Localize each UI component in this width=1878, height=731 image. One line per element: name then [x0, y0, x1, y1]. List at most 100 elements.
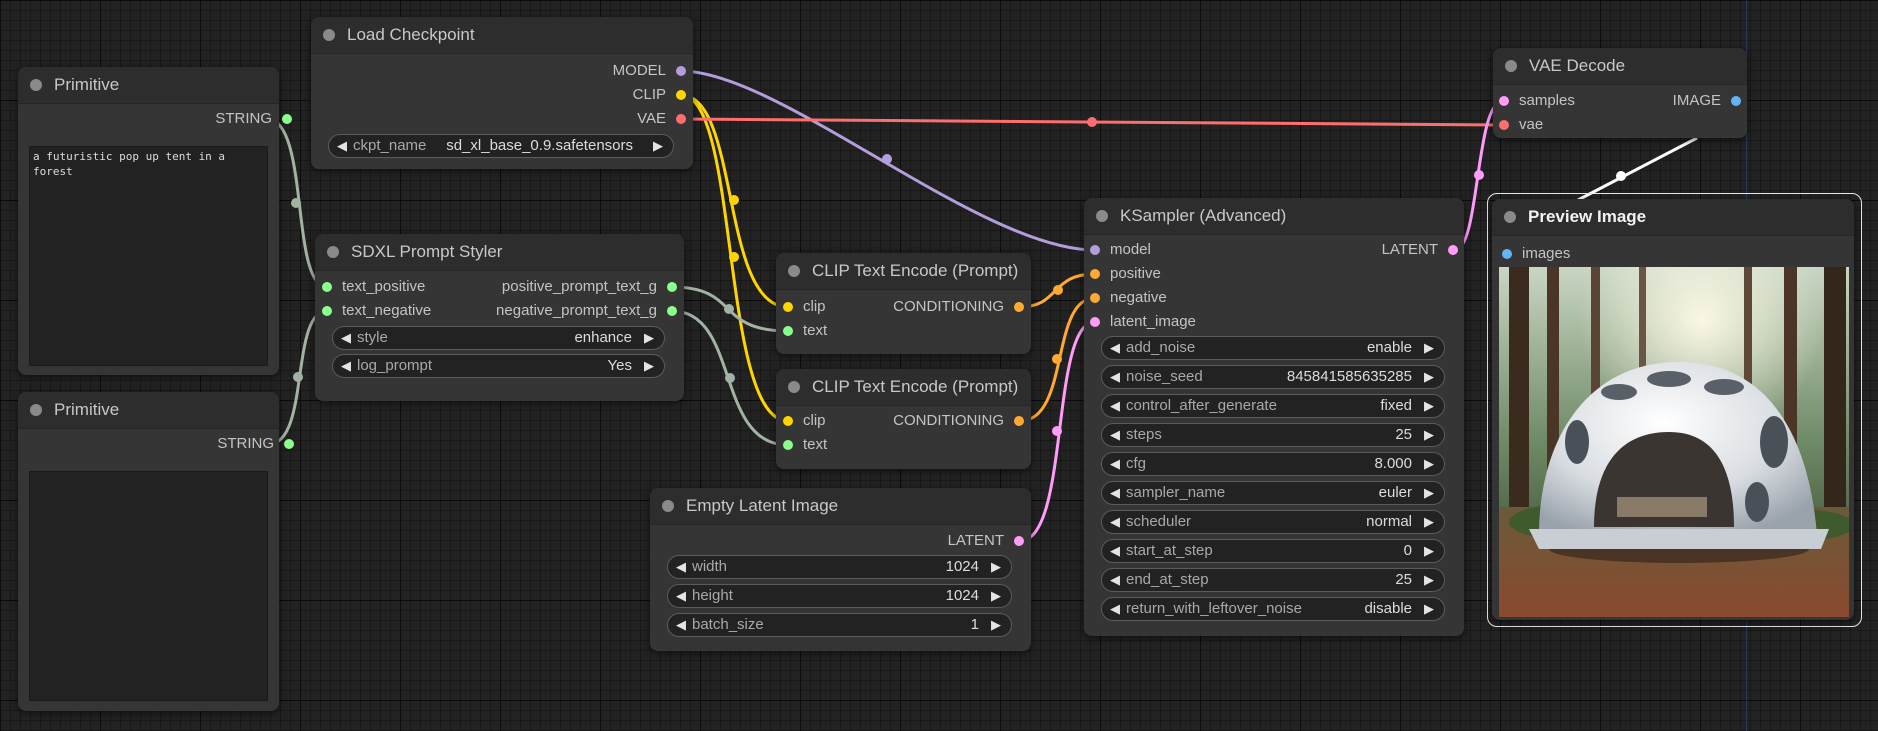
socket-dot-icon[interactable]: [1090, 269, 1100, 279]
link-model[interactable]: [680, 69, 1096, 252]
input-images[interactable]: images: [1502, 242, 1570, 266]
socket-dot-icon[interactable]: [676, 90, 686, 100]
return-with-leftover-noise-combo[interactable]: ◀ return_with_leftover_noise disable ▶: [1101, 597, 1445, 621]
link-image-preview[interactable]: [1577, 136, 1698, 202]
start-at-step-number[interactable]: ◀ start_at_step 0 ▶: [1101, 539, 1445, 563]
socket-dot-icon[interactable]: [1502, 249, 1512, 259]
socket-dot-icon[interactable]: [1090, 293, 1100, 303]
input-clip[interactable]: clip: [783, 409, 826, 433]
socket-dot-icon[interactable]: [667, 282, 677, 292]
socket-dot-icon[interactable]: [1090, 245, 1100, 255]
socket-dot-icon[interactable]: [1731, 96, 1741, 106]
input-positive[interactable]: positive: [1090, 262, 1161, 286]
arrow-left-icon[interactable]: ◀: [676, 556, 686, 578]
arrow-right-icon[interactable]: ▶: [1424, 482, 1434, 504]
socket-dot-icon[interactable]: [783, 440, 793, 450]
arrow-right-icon[interactable]: ▶: [991, 585, 1001, 607]
arrow-left-icon[interactable]: ◀: [1110, 366, 1120, 388]
socket-dot-icon[interactable]: [1014, 536, 1024, 546]
node-title[interactable]: VAE Decode: [1493, 48, 1747, 85]
node-clip-text-encode-positive[interactable]: CLIP Text Encode (Prompt) clip text COND…: [776, 253, 1031, 354]
output-vae[interactable]: VAE: [637, 107, 686, 131]
input-negative[interactable]: negative: [1090, 286, 1167, 310]
add-noise-combo[interactable]: ◀ add_noise enable ▶: [1101, 336, 1445, 360]
input-clip[interactable]: clip: [783, 295, 826, 319]
output-string-1[interactable]: STRING: [160, 107, 292, 131]
arrow-left-icon[interactable]: ◀: [1110, 569, 1120, 591]
output-latent[interactable]: LATENT: [1382, 238, 1458, 262]
node-title[interactable]: Preview Image: [1492, 199, 1854, 236]
arrow-right-icon[interactable]: ▶: [653, 135, 663, 157]
arrow-left-icon[interactable]: ◀: [1110, 337, 1120, 359]
link-vae[interactable]: [680, 117, 1504, 127]
arrow-left-icon[interactable]: ◀: [676, 585, 686, 607]
link-positive-text[interactable]: [671, 285, 789, 333]
input-model[interactable]: model: [1090, 238, 1151, 262]
collapse-dot-icon[interactable]: [30, 404, 42, 416]
socket-dot-icon[interactable]: [676, 66, 686, 76]
socket-dot-icon[interactable]: [1499, 120, 1509, 130]
arrow-left-icon[interactable]: ◀: [1110, 424, 1120, 446]
prompt-textarea-2[interactable]: [29, 471, 268, 701]
control-after-generate-combo[interactable]: ◀ control_after_generate fixed ▶: [1101, 394, 1445, 418]
arrow-left-icon[interactable]: ◀: [676, 614, 686, 636]
arrow-left-icon[interactable]: ◀: [1110, 482, 1120, 504]
link-clip-negative[interactable]: [680, 93, 789, 423]
collapse-dot-icon[interactable]: [788, 265, 800, 277]
input-latent-image[interactable]: latent_image: [1090, 310, 1196, 334]
socket-dot-icon[interactable]: [1014, 416, 1024, 426]
noise-seed-number[interactable]: ◀ noise_seed 845841585635285 ▶: [1101, 365, 1445, 389]
socket-dot-icon[interactable]: [676, 114, 686, 124]
sampler-name-combo[interactable]: ◀ sampler_name euler ▶: [1101, 481, 1445, 505]
arrow-right-icon[interactable]: ▶: [1424, 395, 1434, 417]
input-samples[interactable]: samples: [1499, 89, 1575, 113]
socket-dot-icon[interactable]: [783, 326, 793, 336]
socket-dot-icon[interactable]: [783, 302, 793, 312]
arrow-right-icon[interactable]: ▶: [1424, 511, 1434, 533]
node-sdxl-prompt-styler[interactable]: SDXL Prompt Styler text_positive text_ne…: [315, 234, 684, 401]
collapse-dot-icon[interactable]: [327, 246, 339, 258]
arrow-right-icon[interactable]: ▶: [1424, 569, 1434, 591]
cfg-number[interactable]: ◀ cfg 8.000 ▶: [1101, 452, 1445, 476]
socket-dot-icon[interactable]: [284, 439, 294, 449]
arrow-right-icon[interactable]: ▶: [991, 556, 1001, 578]
input-text[interactable]: text: [783, 433, 827, 457]
prompt-textarea-1[interactable]: a futuristic pop up tent in a forest: [29, 146, 268, 366]
height-number[interactable]: ◀ height 1024 ▶: [667, 584, 1012, 608]
socket-dot-icon[interactable]: [1090, 317, 1100, 327]
arrow-right-icon[interactable]: ▶: [1424, 424, 1434, 446]
arrow-right-icon[interactable]: ▶: [1424, 366, 1434, 388]
end-at-step-number[interactable]: ◀ end_at_step 25 ▶: [1101, 568, 1445, 592]
arrow-left-icon[interactable]: ◀: [341, 327, 351, 349]
node-preview-image[interactable]: Preview Image images: [1492, 199, 1854, 620]
arrow-right-icon[interactable]: ▶: [1424, 598, 1434, 620]
output-conditioning[interactable]: CONDITIONING: [893, 295, 1024, 319]
output-negative-prompt[interactable]: negative_prompt_text_g: [496, 299, 677, 323]
socket-dot-icon[interactable]: [1014, 302, 1024, 312]
collapse-dot-icon[interactable]: [662, 500, 674, 512]
collapse-dot-icon[interactable]: [1096, 210, 1108, 222]
arrow-left-icon[interactable]: ◀: [1110, 598, 1120, 620]
log-prompt-combo[interactable]: ◀ log_prompt Yes ▶: [332, 354, 665, 378]
output-conditioning[interactable]: CONDITIONING: [893, 409, 1024, 433]
input-text[interactable]: text: [783, 319, 827, 343]
node-title[interactable]: Primitive: [18, 392, 279, 429]
steps-number[interactable]: ◀ steps 25 ▶: [1101, 423, 1445, 447]
socket-dot-icon[interactable]: [783, 416, 793, 426]
arrow-left-icon[interactable]: ◀: [1110, 540, 1120, 562]
node-title[interactable]: Primitive: [18, 67, 279, 104]
input-text-negative[interactable]: text_negative: [322, 299, 431, 323]
arrow-left-icon[interactable]: ◀: [341, 355, 351, 377]
output-positive-prompt[interactable]: positive_prompt_text_g: [502, 275, 677, 299]
input-text-positive[interactable]: text_positive: [322, 275, 425, 299]
arrow-right-icon[interactable]: ▶: [644, 355, 654, 377]
scheduler-combo[interactable]: ◀ scheduler normal ▶: [1101, 510, 1445, 534]
arrow-left-icon[interactable]: ◀: [1110, 511, 1120, 533]
width-number[interactable]: ◀ width 1024 ▶: [667, 555, 1012, 579]
socket-dot-icon[interactable]: [1448, 245, 1458, 255]
node-title[interactable]: Empty Latent Image: [650, 488, 1031, 525]
node-empty-latent-image[interactable]: Empty Latent Image LATENT ◀ width 1024 ▶…: [650, 488, 1031, 651]
batch-size-number[interactable]: ◀ batch_size 1 ▶: [667, 613, 1012, 637]
arrow-right-icon[interactable]: ▶: [1424, 540, 1434, 562]
socket-dot-icon[interactable]: [322, 282, 332, 292]
